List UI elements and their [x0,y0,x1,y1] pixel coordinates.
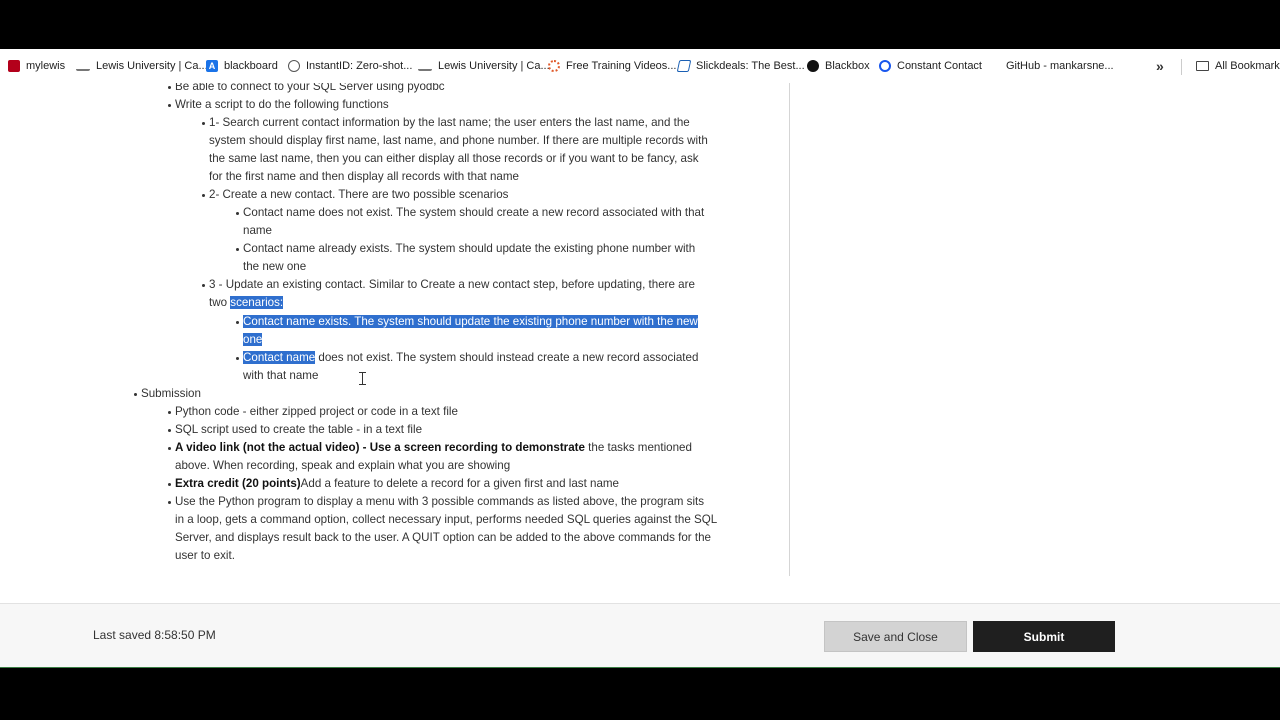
text-line: SQL script used to create the table - in… [175,423,423,436]
bookmark-lewis-university-1[interactable]: Lewis University | Ca... [76,49,208,83]
bookmark-label: Lewis University | Ca... [96,60,208,72]
lewis-icon [76,61,90,71]
bullet [236,248,239,251]
github-icon [988,60,1000,72]
selected-text: scenarios: [230,296,284,309]
bookmark-label: Lewis University | Ca... [438,60,550,72]
bookmark-github[interactable]: GitHub - mankarsne... [988,49,1114,83]
bookmark-label: GitHub - mankarsne... [1006,60,1114,72]
text-line: Contact name already exists. The system … [243,242,696,255]
text-span: does not exist. The system should instea… [315,351,699,364]
text-span: Add a feature to delete a record for a g… [300,477,620,490]
bold-text: Extra credit (20 points) [175,477,301,490]
bullet [236,321,239,324]
bookmark-slickdeals[interactable]: Slickdeals: The Best... [676,49,805,83]
bookmark-label: Blackbox [825,60,870,72]
bullet [168,411,171,414]
text-line: Contact name exists. The system should u… [243,313,698,331]
lewis-icon [418,61,432,71]
bookmark-label: Constant Contact [897,60,982,72]
text-line: Write a script to do the following funct… [175,98,389,111]
bookmark-constant-contact[interactable]: Constant Contact [879,49,982,83]
slickdeals-icon [676,60,692,72]
bullet [168,447,171,450]
text-span: the tasks mentioned [584,441,692,454]
bold-text: A video link (not the actual video) - Us… [175,441,585,454]
bullet [202,284,205,287]
save-and-close-button[interactable]: Save and Close [824,621,967,652]
gear-flower-icon [548,60,560,72]
bookmark-label: InstantID: Zero-shot... [306,60,413,72]
text-line: Contact name does not exist. The system … [243,349,698,367]
all-bookmarks-folder[interactable]: All Bookmarks [1196,49,1280,83]
last-saved-status: Last saved 8:58:50 PM [93,628,216,642]
text-line: 3 - Update an existing contact. Similar … [209,278,695,291]
bookmarks-bar: mylewis Lewis University | Ca... A black… [0,49,1280,83]
folder-icon [1196,61,1209,71]
text-line: two scenarios: [209,294,284,312]
text-line: system should display first name, last n… [209,134,708,147]
bullet [134,393,137,396]
bookmark-instantid[interactable]: InstantID: Zero-shot... [288,49,412,83]
text-line: 2- Create a new contact. There are two p… [209,188,509,201]
text-line: Python code - either zipped project or c… [175,405,458,418]
text-line: with that name [243,369,319,382]
bullet [168,104,171,107]
bookmark-mylewis[interactable]: mylewis [8,49,65,83]
bottom-bar [0,668,1280,720]
text-line: the new one [243,260,307,273]
submit-button[interactable]: Submit [973,621,1115,652]
text-line: user to exit. [175,549,235,562]
text-line: Be able to connect to your SQL Server us… [175,83,445,93]
bookmark-label: blackboard [224,60,278,72]
bookmark-label: Slickdeals: The Best... [696,60,805,72]
text-line: above. When recording, speak and explain… [175,459,511,472]
blackboard-icon: A [206,60,218,72]
bookmark-blackbox[interactable]: Blackbox [807,49,870,83]
bookmarks-divider [1181,59,1182,75]
text-cursor-icon [359,372,366,385]
selected-text: Contact name exists. The system should u… [243,315,698,328]
text-line: Server, and displays result back to the … [175,531,711,544]
bullet [202,194,205,197]
section-heading: Submission [141,387,201,400]
bookmark-label: mylewis [26,60,66,72]
text-line: A video link (not the actual video) - Us… [175,439,692,457]
text-line: Extra credit (20 points)Add a feature to… [175,475,619,493]
bullet [236,212,239,215]
assignment-content: Be able to connect to your SQL Server us… [0,83,1280,603]
text-line: name [243,224,273,237]
text-line: Contact name does not exist. The system … [243,206,705,219]
all-bookmarks-label: All Bookmarks [1215,60,1280,72]
text-span: two [209,296,231,309]
bullet [168,86,171,89]
blackbox-icon [807,60,819,72]
bookmark-blackboard[interactable]: A blackboard [206,49,278,83]
top-bar [0,0,1280,49]
text-line: Use the Python program to display a menu… [175,495,705,508]
text-line: the same last name, then you can either … [209,152,699,165]
bookmark-label: Free Training Videos... [566,60,677,72]
constant-contact-icon [879,60,891,72]
bullet [168,501,171,504]
selected-text: Contact name [243,351,316,364]
selected-text: one [243,333,263,346]
text-line: 1- Search current contact information by… [209,116,690,129]
bookmark-free-training-videos[interactable]: Free Training Videos... [548,49,676,83]
text-line: in a loop, gets a command option, collec… [175,513,718,526]
text-line: one [243,331,263,349]
more-bookmarks-chevron-icon[interactable]: » [1156,49,1164,83]
text-line: for the first name and then display all … [209,170,519,183]
bullet [168,483,171,486]
bullet [236,357,239,360]
mylewis-icon [8,60,20,72]
globe-icon [288,60,300,72]
column-divider [789,83,790,576]
bullet [202,122,205,125]
bullet [168,429,171,432]
submission-footer: Last saved 8:58:50 PM Save and Close Sub… [0,603,1280,668]
bookmark-lewis-university-2[interactable]: Lewis University | Ca... [418,49,550,83]
